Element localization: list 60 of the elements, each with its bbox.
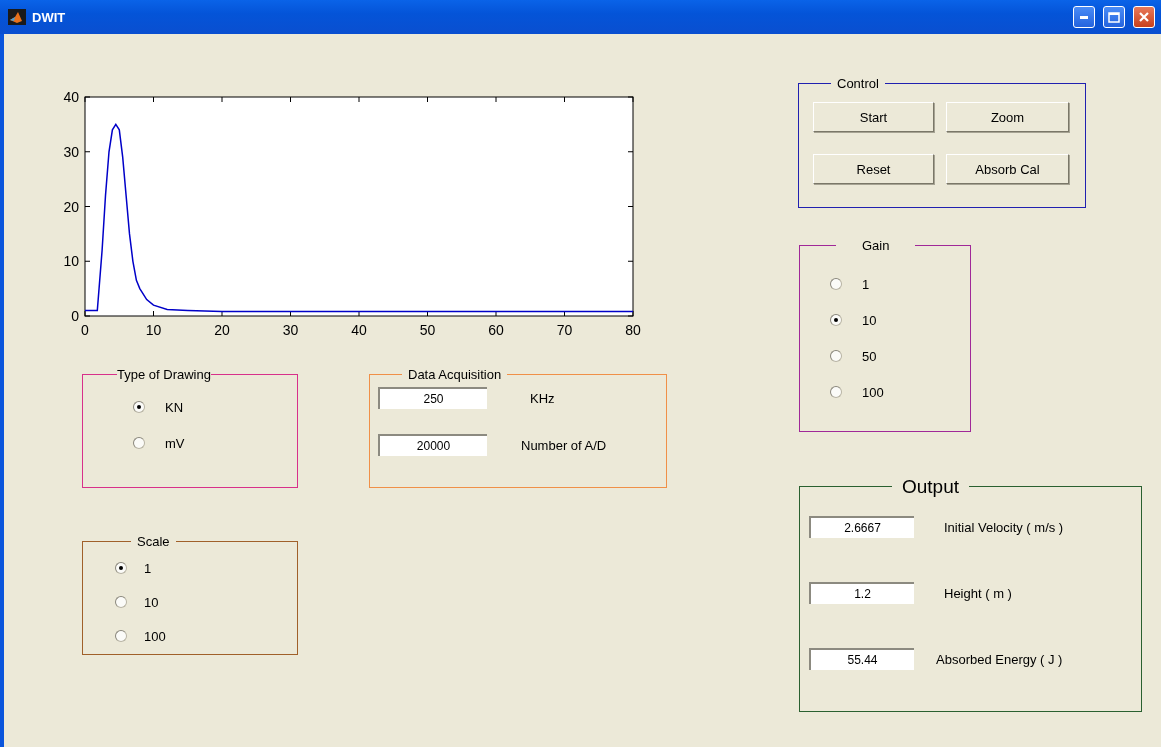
control-button[interactable]: Reset [813, 154, 934, 184]
radio-label: mV [165, 435, 185, 451]
control-button[interactable]: Absorb Cal [946, 154, 1069, 184]
minimize-button[interactable] [1073, 6, 1095, 28]
tick-label: 40 [351, 322, 367, 338]
tick-label: 0 [81, 322, 89, 338]
tick-label: 30 [63, 143, 79, 160]
control-button[interactable]: Zoom [946, 102, 1069, 132]
group-title: Type of Drawing [117, 367, 211, 382]
window-title: DWIT [32, 9, 67, 25]
radio-button[interactable] [133, 437, 145, 449]
tick-label: 60 [488, 322, 504, 338]
radio-button[interactable] [133, 401, 145, 413]
group-title: Scale [137, 534, 170, 549]
text-field[interactable]: 250 [378, 387, 487, 409]
tick-label: 20 [214, 322, 230, 338]
tick-label: 10 [63, 253, 79, 270]
radio-label: 100 [862, 384, 884, 400]
maximize-button[interactable] [1103, 6, 1125, 28]
group-title: Gain [862, 238, 890, 253]
radio-label: 1 [144, 560, 152, 576]
field-label: Initial Velocity ( m/s ) [944, 519, 1064, 535]
radio-button[interactable] [830, 350, 842, 362]
group-title: Data Acquisition [408, 367, 502, 382]
field-label: Height ( m ) [944, 585, 1012, 601]
text-field[interactable]: 1.2 [809, 582, 914, 604]
tick-label: 10 [145, 322, 162, 338]
radio-label: 10 [862, 312, 877, 328]
text-field[interactable]: 55.44 [809, 648, 914, 670]
app-logo-icon [8, 9, 26, 25]
radio-label: KN [165, 399, 184, 415]
maximize-icon [1108, 11, 1120, 23]
tick-label: 40 [63, 90, 79, 105]
radio-label: 50 [862, 348, 877, 364]
text-field[interactable]: 2.6667 [809, 516, 914, 538]
tick-label: 70 [556, 322, 573, 338]
control-button[interactable]: Start [813, 102, 934, 132]
radio-button[interactable] [115, 630, 127, 642]
group-title: Control [837, 76, 879, 91]
close-icon [1138, 11, 1150, 23]
group-title: Output [902, 476, 960, 497]
field-label: KHz [530, 390, 555, 406]
radio-button[interactable] [115, 562, 127, 574]
radio-button[interactable] [115, 596, 127, 608]
close-button[interactable] [1133, 6, 1155, 28]
radio-label: 1 [862, 276, 870, 292]
field-label: Number of A/D [521, 437, 607, 453]
radio-label: 10 [144, 594, 159, 610]
tick-label: 30 [282, 322, 299, 338]
radio-button[interactable] [830, 386, 842, 398]
radio-label: 100 [144, 628, 166, 644]
tick-label: 0 [71, 308, 79, 324]
tick-label: 20 [63, 198, 79, 215]
tick-label: 50 [419, 322, 436, 338]
radio-button[interactable] [830, 278, 842, 290]
text-field[interactable]: 20000 [378, 434, 487, 456]
minimize-icon [1080, 15, 1088, 19]
radio-button[interactable] [830, 314, 842, 326]
tick-label: 80 [625, 322, 641, 338]
field-label: Absorbed Energy ( J ) [936, 651, 1063, 667]
